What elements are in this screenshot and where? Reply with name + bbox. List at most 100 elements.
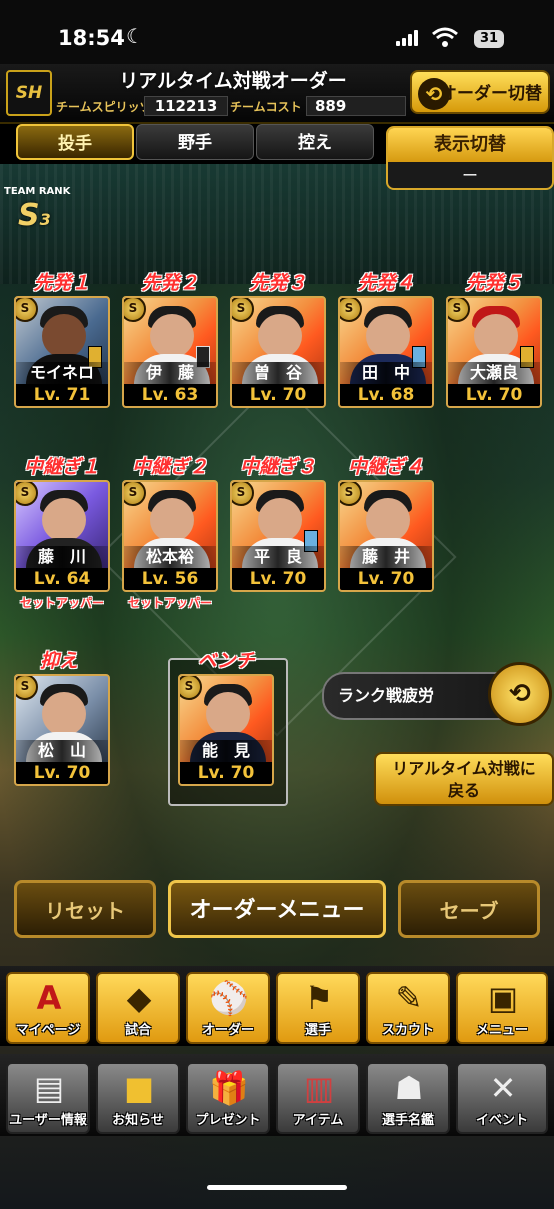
scout-icon: ✎ [395,979,423,1017]
nav-label: イベント [475,1113,528,1128]
nav-label: 試合 [124,1023,151,1038]
player-card[interactable]: S 能 見 Lv. 70 [178,674,274,786]
player-card[interactable]: S モイネロ Lv. 71 [14,296,110,408]
team-spirits-label: チームスピリッツ [56,100,152,114]
player-card[interactable]: S 大瀬良 Lv. 70 [446,296,542,408]
player-portrait [474,314,518,358]
tab-fielders[interactable]: 野手 [136,124,254,160]
player-icon: ⚑ [304,979,334,1017]
player-name: 藤 井 [340,546,432,568]
nav-scout[interactable]: ✎ スカウト [366,972,450,1044]
team-logo: SH [6,70,52,116]
team-rank-value: S3 [18,198,51,233]
reliever-slot-2[interactable]: 中継ぎ２ S 松本裕 Lv. 56 セットアッパー [122,454,218,611]
signal-icon [396,30,418,46]
player-card[interactable]: S 藤 井 Lv. 70 [338,480,434,592]
nav-mypage[interactable]: A マイページ [6,972,90,1044]
slot-position: 先発５ [465,272,523,294]
stadium-icon: ◆ [126,979,152,1017]
save-button[interactable]: セーブ [398,880,540,938]
rank-s-icon: S [16,482,38,506]
nav-label: お知らせ [112,1113,164,1128]
nav-news[interactable]: ■ お知らせ [96,1062,180,1134]
starter-slot-4[interactable]: 先発４ S 田 中 Lv. 68 [338,270,434,408]
display-switch-button[interactable]: 表示切替 ー [386,126,554,190]
news-icon: ■ [123,1069,155,1107]
team-cost-label: チームコスト [230,100,302,114]
player-name: 伊 藤 [124,362,216,384]
nav-user-info[interactable]: ▤ ユーザー情報 [6,1062,90,1134]
back-to-realtime-battle-button[interactable]: リアルタイム対戦に 戻る [374,752,554,806]
page-title: リアルタイム対戦オーダー [119,70,347,92]
rank-s-icon: S [232,298,254,322]
display-switch-label: 表示切替 [388,128,552,162]
reliever-slot-1[interactable]: 中継ぎ１ S 藤 川 Lv. 64 セットアッパー [14,454,110,611]
nav-event[interactable]: ✕ イベント [456,1062,548,1134]
starter-slot-5[interactable]: 先発５ S 大瀬良 Lv. 70 [446,270,542,408]
tab-pitchers[interactable]: 投手 [16,124,134,160]
starter-slot-3[interactable]: 先発３ S 曽 谷 Lv. 70 [230,270,326,408]
player-card[interactable]: S 松 山 Lv. 70 [14,674,110,786]
nav-match[interactable]: ◆ 試合 [96,972,180,1044]
rank-s-icon: S [16,298,38,322]
order-menu-button[interactable]: オーダーメニュー [168,880,386,938]
profile-card-icon: ▤ [33,1069,65,1107]
nav-items[interactable]: ▥ アイテム [276,1062,360,1134]
refresh-icon: ⟲ [418,78,450,110]
player-portrait [150,314,194,358]
tab-reserves[interactable]: 控え [256,124,374,160]
starter-slot-2[interactable]: 先発２ S 伊 藤 Lv. 63 [122,270,218,408]
player-card[interactable]: S 松本裕 Lv. 56 [122,480,218,592]
wifi-icon [432,26,458,48]
reset-button[interactable]: リセット [14,880,156,938]
slot-position: 先発４ [357,272,415,294]
nav-label: 選手名鑑 [381,1113,434,1128]
slot-position: 中継ぎ１ [23,456,100,478]
rank-s-icon: S [448,298,470,322]
nav-label: メニュー [475,1023,528,1038]
slot-position: 先発２ [141,272,199,294]
nav-order[interactable]: ⚾ オーダー [186,972,270,1044]
player-portrait [42,314,86,358]
player-card[interactable]: S 藤 川 Lv. 64 [14,480,110,592]
rank-s-icon: S [124,298,146,322]
baseball-field-icon: ⚾ [209,979,249,1017]
bench-slot[interactable]: ベンチ S 能 見 Lv. 70 [178,648,274,786]
nav-player-directory[interactable]: ☗ 選手名鑑 [366,1062,450,1134]
slot-position: ベンチ [197,650,255,672]
player-card[interactable]: S 平 良 Lv. 70 [230,480,326,592]
slot-position: 抑え [40,650,79,672]
refresh-icon: ⟲ [509,679,531,709]
player-name: 曽 谷 [232,362,324,384]
player-card[interactable]: S 伊 藤 Lv. 63 [122,296,218,408]
player-card[interactable]: S 田 中 Lv. 68 [338,296,434,408]
player-name: 藤 川 [16,546,108,568]
player-level: Lv. 70 [340,568,432,590]
player-level: Lv. 70 [448,384,540,406]
player-portrait [150,498,194,542]
reliever-slot-4[interactable]: 中継ぎ４ S 藤 井 Lv. 70 [338,454,434,592]
player-name: 田 中 [340,362,432,384]
rank-fatigue-label: ランク戦疲労 [338,686,435,705]
player-name: 松本裕 [124,546,216,568]
player-role: セットアッパー [127,596,212,610]
item-book-icon: ▥ [303,1069,335,1107]
closer-slot[interactable]: 抑え S 松 山 Lv. 70 [14,648,110,786]
player-card[interactable]: S 曽 谷 Lv. 70 [230,296,326,408]
slot-position: 先発３ [249,272,307,294]
starter-slot-1[interactable]: 先発１ S モイネロ Lv. 71 [14,270,110,408]
player-name: 能 見 [180,740,272,762]
order-switch-button[interactable]: ⟲ オーダー切替 [410,70,550,114]
player-portrait [366,498,410,542]
rank-fatigue-toggle-button[interactable]: ⟲ [488,662,552,726]
player-name: 松 山 [16,740,108,762]
crossed-bats-icon: ✕ [489,1069,517,1107]
player-level: Lv. 70 [232,384,324,406]
batter-icon: ☗ [394,1069,424,1107]
nav-menu[interactable]: ▣ メニュー [456,972,548,1044]
nav-present[interactable]: 🎁 プレゼント [186,1062,270,1134]
home-indicator[interactable] [207,1185,347,1190]
nav-players[interactable]: ⚑ 選手 [276,972,360,1044]
player-name: モイネロ [16,362,108,384]
reliever-slot-3[interactable]: 中継ぎ３ S 平 良 Lv. 70 [230,454,326,592]
